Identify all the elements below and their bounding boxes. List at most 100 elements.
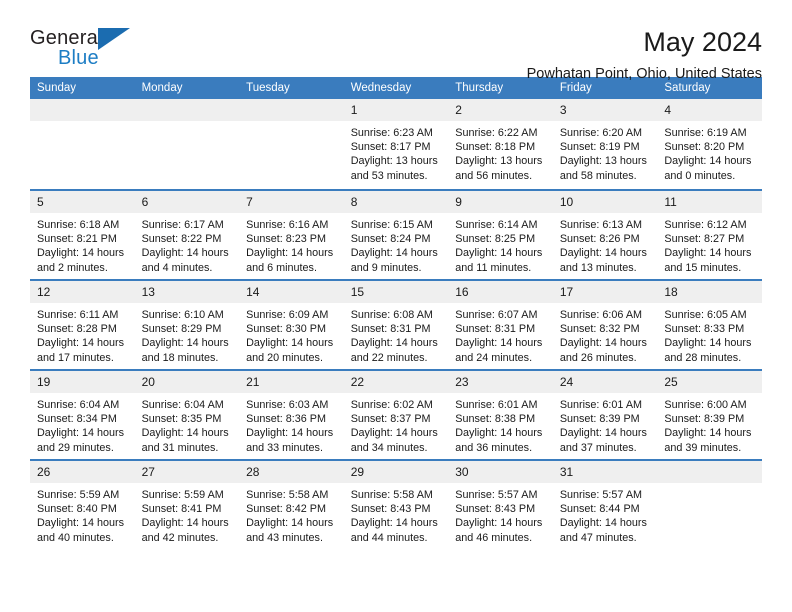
daylight-text-line2: and 47 minutes. [559,531,637,544]
sunrise-text: Sunrise: 6:01 AM [455,399,538,411]
daylight-text-line2: and 11 minutes. [455,261,532,274]
sunrise-sunset-calendar: Sunday Monday Tuesday Wednesday Thursday… [30,77,762,549]
sunset-text: Sunset: 8:18 PM [455,141,536,154]
daylight-text-line1: Daylight: 14 hours [455,337,543,350]
calendar-day-cell[interactable]: 11 Sunrise: 6:12 AM Sunset: 8:27 PM Dayligh… [657,189,762,279]
general-blue-logo[interactable]: General Blue [30,26,140,74]
sunrise-text: Sunrise: 6:18 AM [37,219,120,231]
day-details: Sunrise: 6:06 AM Sunset: 8:32 PM Daylight:… [553,303,658,365]
calendar-day-cell[interactable]: 6 Sunrise: 6:17 AM Sunset: 8:22 PM Daylight… [134,189,240,279]
day-number: 6 [134,191,240,213]
calendar-day-cell[interactable]: 28 Sunrise: 5:58 AM Sunset: 8:42 PM Dayligh… [239,459,344,549]
day-number: 25 [657,371,762,393]
calendar-day-cell-empty [134,99,240,189]
day-number: 14 [239,281,344,303]
day-number: 2 [448,99,553,121]
daylight-text-line1: Daylight: 14 hours [246,517,334,530]
calendar-day-cell[interactable]: 12 Sunrise: 6:11 AM Sunset: 8:28 PM Dayligh… [30,279,135,369]
day-number: 19 [30,371,135,393]
day-number: 10 [552,191,658,213]
day-details: Sunrise: 6:13 AM Sunset: 8:26 PM Daylight:… [553,213,658,275]
calendar-day-cell[interactable]: 26 Sunrise: 5:59 AM Sunset: 8:40 PM Dayligh… [30,459,135,549]
calendar-day-cell[interactable]: 10 Sunrise: 6:13 AM Sunset: 8:26 PM Dayligh… [552,189,658,279]
calendar-day-cell[interactable]: 5 Sunrise: 6:18 AM Sunset: 8:21 PM Daylight… [30,189,135,279]
day-details: Sunrise: 6:16 AM Sunset: 8:23 PM Daylight:… [239,213,344,275]
location-subtitle: Powhatan Point, Ohio, United States [526,66,762,82]
day-number: 3 [552,99,658,121]
daylight-text-line2: and 58 minutes. [559,169,637,182]
daylight-text-line2: and 20 minutes. [246,351,323,364]
day-details: Sunrise: 6:00 AM Sunset: 8:39 PM Daylight:… [657,393,762,455]
sunrise-text: Sunrise: 6:08 AM [350,309,433,321]
day-details: Sunrise: 6:04 AM Sunset: 8:35 PM Daylight:… [135,393,240,455]
sunset-text: Sunset: 8:21 PM [37,233,117,246]
sunset-text: Sunset: 8:17 PM [350,141,431,154]
sunrise-text: Sunrise: 6:09 AM [246,309,329,321]
calendar-day-cell[interactable]: 30 Sunrise: 5:57 AM Sunset: 8:43 PM Dayligh… [448,459,553,549]
calendar-day-cell[interactable]: 3 Sunrise: 6:20 AM Sunset: 8:19 PM Daylight… [552,99,658,189]
calendar-day-cell[interactable]: 19 Sunrise: 6:04 AM Sunset: 8:34 PM Dayligh… [30,369,135,459]
sunset-text: Sunset: 8:41 PM [141,503,222,516]
day-details: Sunrise: 5:59 AM Sunset: 8:40 PM Daylight:… [30,483,135,545]
day-details: Sunrise: 6:22 AM Sunset: 8:18 PM Daylight:… [448,121,553,183]
calendar-day-cell[interactable]: 27 Sunrise: 5:59 AM Sunset: 8:41 PM Dayligh… [134,459,240,549]
daylight-text-line1: Daylight: 14 hours [350,427,438,440]
sunset-text: Sunset: 8:31 PM [350,323,431,336]
day-details: Sunrise: 6:04 AM Sunset: 8:34 PM Daylight:… [30,393,135,455]
calendar-week-row: 12 Sunrise: 6:11 AM Sunset: 8:28 PM Dayligh… [30,279,762,369]
day-details: Sunrise: 6:14 AM Sunset: 8:25 PM Daylight:… [448,213,553,275]
sunset-text: Sunset: 8:27 PM [664,233,745,246]
day-number: 18 [657,281,762,303]
day-number: 24 [552,371,658,393]
day-details: Sunrise: 5:58 AM Sunset: 8:43 PM Daylight:… [344,483,449,545]
calendar-day-cell[interactable]: 18 Sunrise: 6:05 AM Sunset: 8:33 PM Dayligh… [657,279,762,369]
daylight-text-line2: and 39 minutes. [664,441,742,454]
calendar-day-cell[interactable]: 22 Sunrise: 6:02 AM Sunset: 8:37 PM Dayligh… [343,369,449,459]
daylight-text-line2: and 33 minutes. [246,441,323,454]
daylight-text-line1: Daylight: 14 hours [246,337,334,350]
calendar-day-cell[interactable]: 23 Sunrise: 6:01 AM Sunset: 8:38 PM Dayligh… [448,369,553,459]
daylight-text-line2: and 2 minutes. [37,261,108,274]
calendar-day-cell[interactable]: 17 Sunrise: 6:06 AM Sunset: 8:32 PM Dayligh… [552,279,658,369]
calendar-day-cell[interactable]: 21 Sunrise: 6:03 AM Sunset: 8:36 PM Dayligh… [239,369,344,459]
day-details: Sunrise: 6:19 AM Sunset: 8:20 PM Daylight:… [657,121,762,183]
sunset-text: Sunset: 8:28 PM [37,323,117,336]
calendar-day-cell[interactable]: 16 Sunrise: 6:07 AM Sunset: 8:31 PM Dayligh… [448,279,553,369]
day-details: Sunrise: 6:11 AM Sunset: 8:28 PM Daylight:… [30,303,135,365]
calendar-day-cell[interactable]: 29 Sunrise: 5:58 AM Sunset: 8:43 PM Dayligh… [343,459,449,549]
day-details: Sunrise: 5:59 AM Sunset: 8:41 PM Daylight:… [135,483,240,545]
day-details: Sunrise: 6:05 AM Sunset: 8:33 PM Daylight:… [657,303,762,365]
daylight-text-line2: and 31 minutes. [141,441,219,454]
calendar-day-cell[interactable]: 31 Sunrise: 5:57 AM Sunset: 8:44 PM Dayligh… [552,459,658,549]
calendar-day-cell[interactable]: 15 Sunrise: 6:08 AM Sunset: 8:31 PM Dayligh… [343,279,449,369]
daylight-text-line1: Daylight: 14 hours [141,337,229,350]
calendar-day-cell[interactable]: 2 Sunrise: 6:22 AM Sunset: 8:18 PM Daylight… [448,99,553,189]
sunset-text: Sunset: 8:24 PM [350,233,431,246]
calendar-day-cell[interactable]: 20 Sunrise: 6:04 AM Sunset: 8:35 PM Dayligh… [134,369,240,459]
calendar-day-cell[interactable]: 7 Sunrise: 6:16 AM Sunset: 8:23 PM Daylight… [239,189,344,279]
sunrise-text: Sunrise: 6:22 AM [455,127,538,139]
calendar-day-cell[interactable]: 8 Sunrise: 6:15 AM Sunset: 8:24 PM Daylight… [343,189,449,279]
sunrise-text: Sunrise: 6:15 AM [350,219,433,231]
calendar-day-cell[interactable]: 24 Sunrise: 6:01 AM Sunset: 8:39 PM Dayligh… [552,369,658,459]
calendar-day-cell[interactable]: 25 Sunrise: 6:00 AM Sunset: 8:39 PM Dayligh… [657,369,762,459]
daylight-text-line1: Daylight: 14 hours [246,427,334,440]
daylight-text-line2: and 53 minutes. [350,169,428,182]
calendar-day-cell[interactable]: 1 Sunrise: 6:23 AM Sunset: 8:17 PM Daylight… [343,99,449,189]
sunset-text: Sunset: 8:33 PM [664,323,745,336]
daylight-text-line1: Daylight: 14 hours [37,337,125,350]
page-header: General Blue May 2024 Powhatan Point, Oh… [30,0,762,82]
calendar-day-cell[interactable]: 9 Sunrise: 6:14 AM Sunset: 8:25 PM Daylight… [448,189,553,279]
daylight-text-line1: Daylight: 14 hours [37,247,125,260]
day-details: Sunrise: 5:57 AM Sunset: 8:43 PM Daylight:… [448,483,553,545]
calendar-day-cell[interactable]: 14 Sunrise: 6:09 AM Sunset: 8:30 PM Dayligh… [239,279,344,369]
daylight-text-line2: and 43 minutes. [246,531,323,544]
day-number: 1 [343,99,449,121]
sunrise-text: Sunrise: 6:05 AM [664,309,747,321]
daylight-text-line2: and 56 minutes. [455,169,533,182]
day-number: 30 [448,461,553,483]
calendar-day-cell[interactable]: 13 Sunrise: 6:10 AM Sunset: 8:29 PM Dayligh… [134,279,240,369]
day-number: 13 [134,281,240,303]
day-number: 9 [448,191,553,213]
calendar-day-cell[interactable]: 4 Sunrise: 6:19 AM Sunset: 8:20 PM Daylight… [657,99,762,189]
